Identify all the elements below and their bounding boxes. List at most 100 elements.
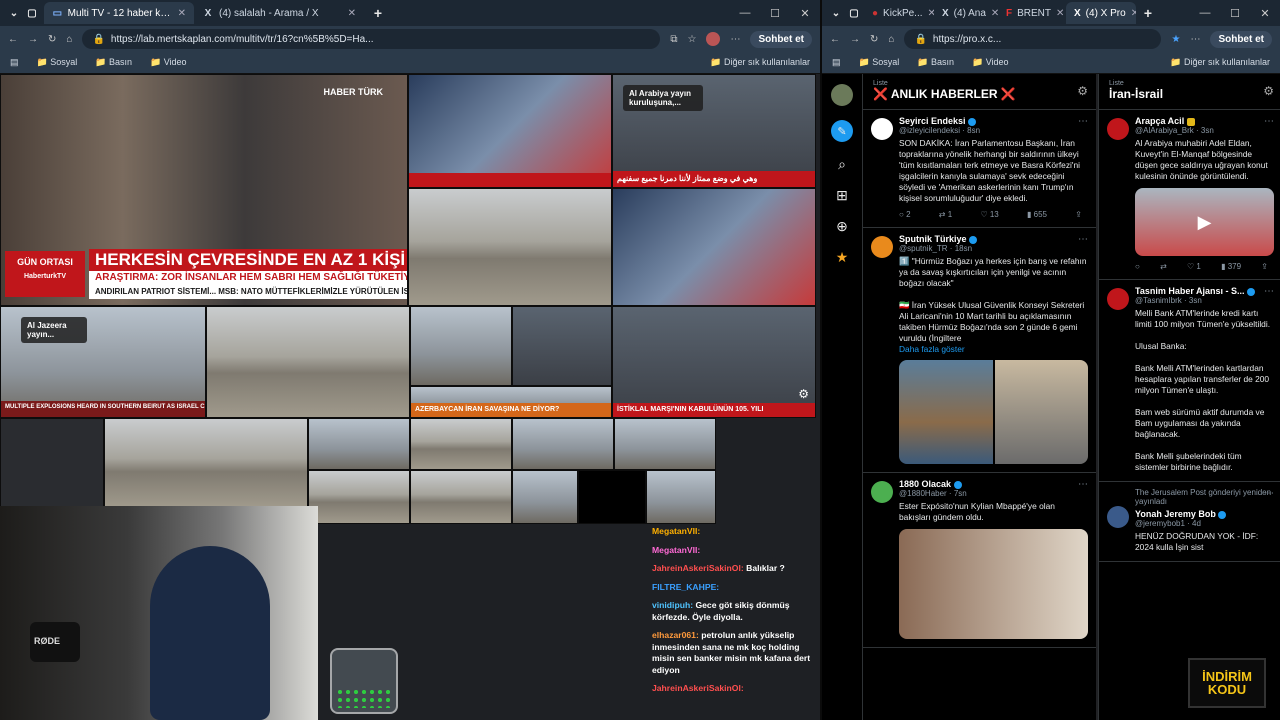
home-icon[interactable]: ⌂ [66,34,72,45]
author-name[interactable]: Yonah Jeremy Bob [1135,509,1274,519]
video-ntv[interactable] [408,74,612,188]
video-tile-b[interactable] [512,306,612,386]
reply-icon[interactable]: ○ 2 [899,210,911,219]
back-icon[interactable]: ← [8,34,18,45]
tweet-media[interactable] [899,529,1088,639]
video-mini-6[interactable] [410,470,512,524]
more-options-icon[interactable]: ⋯ [1078,116,1088,127]
search-icon[interactable]: ⌕ [838,156,846,173]
video-mini-8[interactable] [578,470,646,524]
author-avatar[interactable] [1107,288,1129,310]
views-icon[interactable]: ▮ 655 [1027,210,1047,219]
tweet[interactable]: ⋯ Tasnim Haber Ajansı - S... @TasnimIbrk … [1099,280,1280,482]
share-icon[interactable]: ⇪ [1075,210,1082,219]
author-avatar[interactable] [1107,118,1129,140]
reading-icon[interactable]: ▤ [10,57,19,68]
video-city-cam-3[interactable] [104,418,308,508]
bookmark-video[interactable]: 📁 Video [972,57,1009,68]
copilot-chat-button[interactable]: Sohbet et [1210,30,1272,48]
tab-list-icon[interactable]: ⌄ [8,7,20,19]
tab-brent[interactable]: F BRENT ✕ [998,2,1066,24]
minimize-icon[interactable]: — [1190,0,1220,26]
close-tab-icon[interactable]: ✕ [991,8,998,19]
tab-kick[interactable]: ●KickPe...✕ [864,2,934,24]
column-settings-icon[interactable]: ⚙ [1077,84,1088,98]
settings-gear-icon[interactable]: ⚙ [798,387,809,401]
tweet[interactable]: ⋯ Sputnik Türkiye @sputnik_TR · 18sn 1️⃣ "… [863,228,1096,473]
chat-username[interactable]: JahreinAskeriSakinOl: [652,563,744,573]
chat-username[interactable]: vinidipuh: [652,600,693,610]
chat-username[interactable]: JahreinAskeriSakinOl: [652,683,744,693]
tweet[interactable]: ⋯ Seyirci Endeksi @izleyicilendeksi · 8sn… [863,110,1096,228]
bookmark-sosyal[interactable]: 📁 Sosyal [37,57,78,68]
maximize-icon[interactable]: ☐ [760,0,790,26]
extensions-icon[interactable]: ⧉ [670,34,677,45]
author-name[interactable]: Sputnik Türkiye [899,234,1088,244]
home-icon[interactable]: ⌂ [888,34,894,45]
workspaces-icon[interactable]: ▢ [26,7,38,19]
share-icon[interactable]: ⇪ [1261,262,1268,271]
video-city-cam-2[interactable] [206,306,410,418]
video-tile-a[interactable] [410,306,512,386]
video-haberturk[interactable]: HABER TÜRK GÜN ORTASI HaberturkTV HERKESİ… [0,74,408,306]
video-azer[interactable]: AZERBAYCAN İRAN SAVAŞINA NE DİYOR? [410,386,612,418]
video-alarabiya[interactable]: Al Arabiya yayın kuruluşuna,... وهي في و… [612,74,816,188]
copilot-chat-button[interactable]: Sohbet et [750,30,812,48]
video-mini-9[interactable] [646,470,716,524]
author-avatar[interactable] [871,118,893,140]
forward-icon[interactable]: → [28,34,38,45]
author-avatar[interactable] [871,236,893,258]
column-settings-icon[interactable]: ⚙ [1263,84,1274,98]
map-image[interactable] [899,360,993,464]
video-mini-3[interactable] [512,418,614,470]
reply-icon[interactable]: ○ [1135,262,1140,271]
tweet-media[interactable] [899,360,1088,464]
like-icon[interactable]: ♡ 13 [980,210,998,219]
photo-image[interactable] [899,529,1088,639]
portrait-image[interactable] [994,360,1088,464]
chat-username[interactable]: FILTRE_KAHPE: [652,582,719,592]
video-city-cam-1[interactable] [408,188,612,306]
url-field[interactable]: 🔒 https://pro.x.c... [904,29,1162,49]
show-more-link[interactable]: Daha fazla göster [899,344,1088,354]
like-icon[interactable]: ♡ 1 [1187,262,1201,271]
close-tab-icon[interactable]: ✕ [1131,8,1136,19]
favorite-star-icon[interactable]: ★ [1171,34,1180,45]
workspaces-icon[interactable]: ▢ [848,7,860,19]
close-tab-icon[interactable]: ✕ [1056,8,1064,19]
new-tab-icon[interactable]: + [372,5,384,21]
bookmark-sosyal[interactable]: 📁 Sosyal [859,57,900,68]
close-window-icon[interactable]: ✕ [790,0,820,26]
chat-username[interactable]: MegatanVII: [652,545,700,555]
tab-xpro[interactable]: X (4) X Pro ✕ [1066,2,1136,24]
bookmark-other[interactable]: 📁 Diğer sık kullanılanlar [710,57,810,68]
retweet-icon[interactable]: ⇄ 1 [939,210,952,219]
close-tab-icon[interactable]: ✕ [178,8,186,19]
video-mini-1[interactable] [308,418,410,470]
refresh-icon[interactable]: ↻ [48,34,56,45]
author-avatar[interactable] [871,481,893,503]
close-window-icon[interactable]: ✕ [1250,0,1280,26]
video-mini-2[interactable] [410,418,512,470]
author-avatar[interactable] [1107,506,1129,528]
more-options-icon[interactable]: ⋯ [1078,234,1088,245]
back-icon[interactable]: ← [830,34,840,45]
author-name[interactable]: Tasnim Haber Ajansı - S... [1135,286,1274,296]
chat-username[interactable]: elhazar061: [652,630,699,640]
menu-icon[interactable]: ⋯ [730,34,740,45]
minimize-icon[interactable]: — [730,0,760,26]
forward-icon[interactable]: → [850,34,860,45]
tab-x-search[interactable]: X (4) salalah - Arama / X ✕ [194,2,364,24]
bookmark-other[interactable]: 📁 Diğer sık kullanılanlar [1170,57,1270,68]
tweet-media[interactable]: ▶ [1135,188,1274,256]
tweet[interactable]: The Jerusalem Post gönderiyi yeniden yay… [1099,482,1280,562]
chat-username[interactable]: MegatanVII: [652,526,700,536]
bookmark-basin[interactable]: 📁 Basın [917,57,954,68]
video-studio-2[interactable] [612,188,816,306]
bookmark-video[interactable]: 📁 Video [150,57,187,68]
author-name[interactable]: Seyirci Endeksi [899,116,1088,126]
maximize-icon[interactable]: ☐ [1220,0,1250,26]
more-options-icon[interactable]: ⋯ [1264,488,1274,499]
new-tab-icon[interactable]: + [1142,5,1154,21]
video-play-icon[interactable]: ▶ [1135,188,1274,256]
